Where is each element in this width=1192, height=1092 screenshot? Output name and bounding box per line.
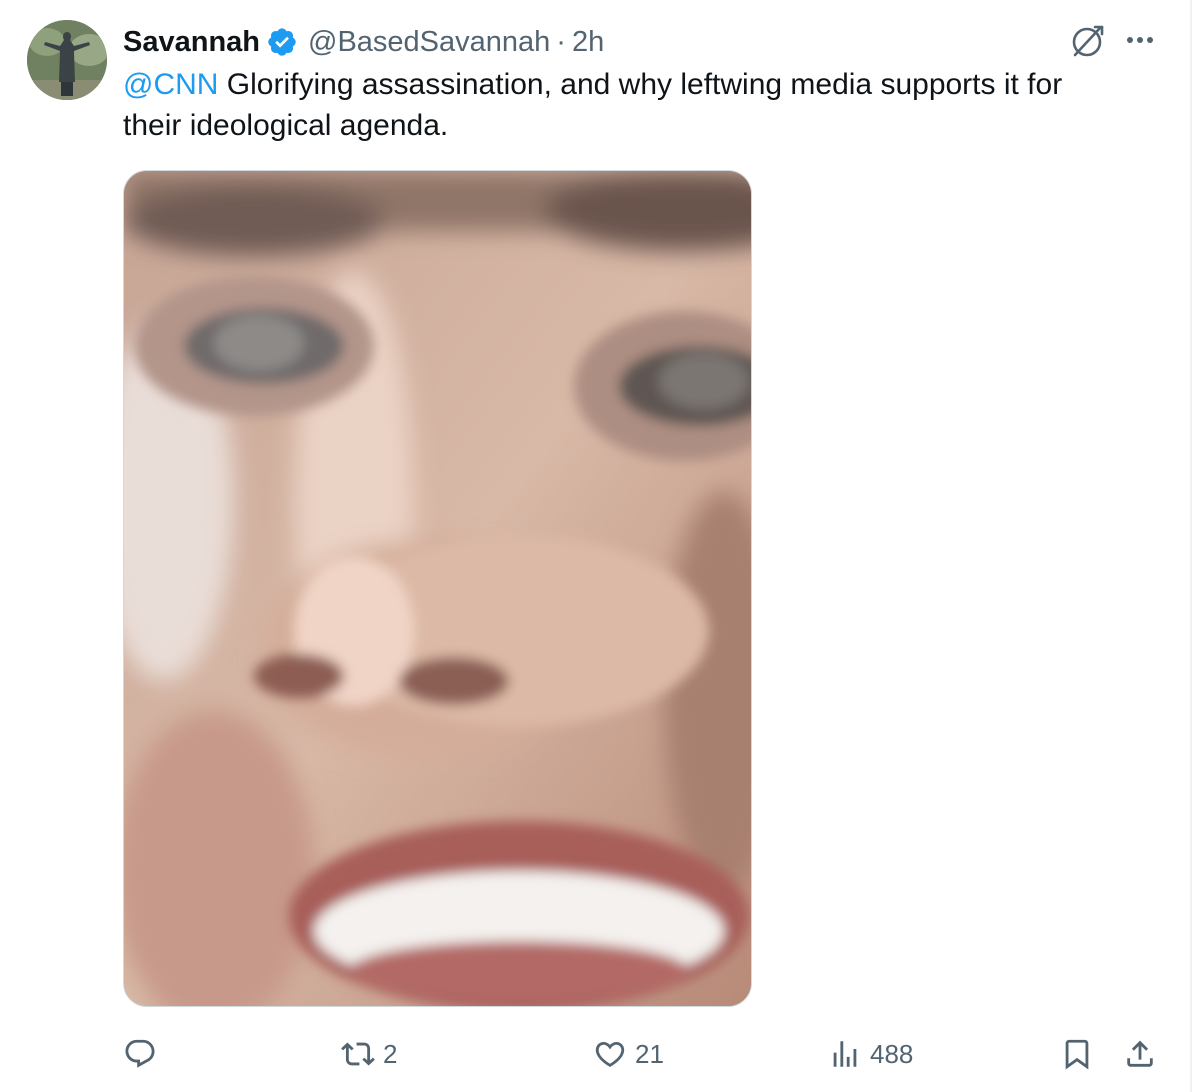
like-button[interactable]: 21 xyxy=(593,1032,664,1076)
statue-avatar-icon xyxy=(27,20,107,100)
tweet-body: Glorifying assassination, and why leftwi… xyxy=(123,68,1063,142)
bookmark-button[interactable] xyxy=(1060,1032,1094,1076)
retweet-button[interactable]: 2 xyxy=(341,1032,397,1076)
author-name[interactable]: Savannah xyxy=(123,26,260,59)
mention-link[interactable]: @CNN xyxy=(123,68,218,101)
heart-icon xyxy=(595,1041,625,1067)
retweet-count: 2 xyxy=(383,1038,398,1069)
tweet-actions-bar: 2 21 488 xyxy=(123,1032,1163,1076)
separator-dot: · xyxy=(556,25,566,58)
bookmark-icon xyxy=(1065,1039,1089,1070)
views-button[interactable]: 488 xyxy=(828,1032,913,1076)
share-button[interactable] xyxy=(1123,1032,1157,1076)
timestamp[interactable]: 2h xyxy=(572,26,604,59)
like-count: 21 xyxy=(635,1038,664,1069)
views-icon xyxy=(833,1041,857,1067)
reply-button[interactable] xyxy=(123,1032,157,1076)
verified-badge-icon[interactable] xyxy=(266,26,298,58)
more-options-icon[interactable] xyxy=(1120,28,1160,52)
tweet-header: Savannah @BasedSavannah · 2h xyxy=(123,22,604,62)
tweet-text: @CNN Glorifying assassination, and why l… xyxy=(123,64,1123,146)
avatar[interactable] xyxy=(27,20,107,100)
tweet-media-image[interactable] xyxy=(123,170,752,1007)
views-count: 488 xyxy=(870,1038,914,1069)
reply-icon xyxy=(125,1039,155,1068)
retweet-icon xyxy=(341,1042,375,1066)
author-handle[interactable]: @BasedSavannah xyxy=(308,26,550,59)
face-closeup-image xyxy=(124,171,751,1006)
share-icon xyxy=(1127,1040,1153,1067)
tweet[interactable]: Savannah @BasedSavannah · 2h @CNN Glorif… xyxy=(0,0,1190,1092)
grok-icon[interactable] xyxy=(1068,22,1106,60)
